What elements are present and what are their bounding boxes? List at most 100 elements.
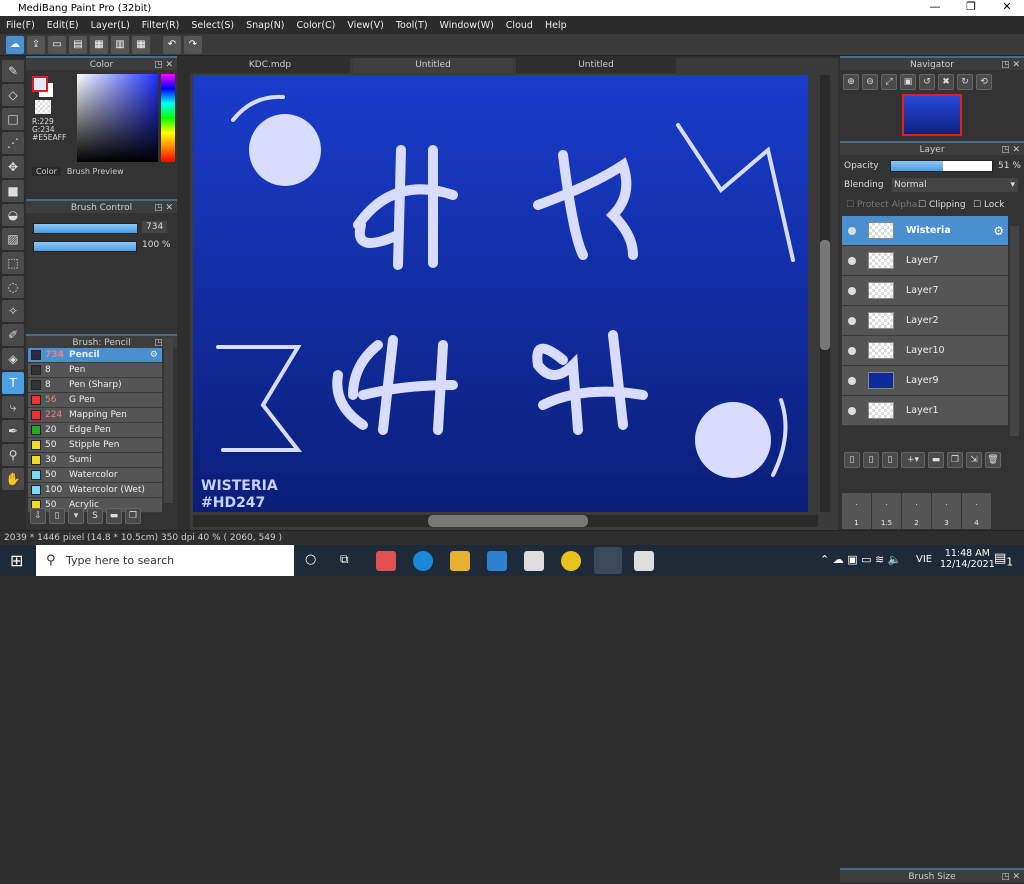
brush-item[interactable]: 100 Watercolor (Wet) — [28, 483, 162, 498]
brush-size-preset[interactable]: · 1 — [842, 493, 871, 529]
size-value[interactable]: 734 — [142, 221, 168, 233]
brush-item[interactable]: 20 Edge Pen — [28, 423, 162, 438]
canvas[interactable]: WISTERIA #HD247 — [193, 75, 808, 512]
fit-icon[interactable]: ⤢ — [881, 74, 897, 90]
visibility-icon[interactable] — [848, 316, 856, 325]
store-icon[interactable] — [487, 551, 507, 571]
dot-tool-icon[interactable]: ⋰ — [2, 132, 24, 154]
color-picker-square[interactable] — [77, 74, 158, 162]
add-layer-dropdown-icon[interactable]: +▾ — [901, 452, 925, 468]
mail-icon[interactable] — [524, 551, 544, 571]
reset-icon[interactable]: ⟲ — [976, 74, 992, 90]
file-explorer-icon[interactable] — [450, 551, 470, 571]
operation-tool-icon[interactable]: ⤷ — [2, 396, 24, 418]
document-tab[interactable]: KDC.mdp — [190, 58, 350, 73]
eyedropper-icon[interactable]: ⚲ — [2, 444, 24, 466]
menu-filter[interactable]: Filter(R) — [136, 20, 186, 31]
new-layer-icon[interactable]: ▯ — [844, 452, 860, 468]
bucket-tool-icon[interactable]: ◒ — [2, 204, 24, 226]
medibang-taskbar-icon[interactable] — [594, 547, 622, 574]
menu-edit[interactable]: Edit(E) — [41, 20, 85, 31]
brush-size-preset[interactable]: · 2 — [902, 493, 931, 529]
layer-list-scrollbar[interactable] — [1010, 226, 1019, 436]
brush-size-preset[interactable]: · 3 — [932, 493, 961, 529]
blur-tool-icon[interactable]: ✒ — [2, 420, 24, 442]
redo-icon[interactable]: ↷ — [184, 35, 202, 54]
brush-list-scrollbar[interactable] — [164, 338, 173, 503]
hue-slider[interactable] — [161, 74, 175, 162]
menu-view[interactable]: View(V) — [341, 20, 389, 31]
maximize-button[interactable]: ❐ — [956, 0, 986, 13]
menu-snap[interactable]: Snap(N) — [240, 20, 290, 31]
cloud-icon[interactable]: ☁ — [6, 35, 24, 54]
brush-item[interactable]: 224 Mapping Pen — [28, 408, 162, 423]
brush-tool-icon[interactable]: ✎ — [2, 60, 24, 82]
rotate-left-icon[interactable]: ↺ — [919, 74, 935, 90]
menu-select[interactable]: Select(S) — [185, 20, 240, 31]
gradient-tool-icon[interactable]: ▨ — [2, 228, 24, 250]
layer-item[interactable]: Layer10 — [842, 336, 1008, 366]
taskbar-search[interactable]: ⚲ Type here to search — [36, 545, 294, 576]
tile-icon[interactable]: ▦ — [132, 35, 150, 54]
color-tab[interactable]: Color — [32, 167, 61, 176]
opacity-slider[interactable] — [33, 241, 137, 252]
magic-wand-icon[interactable]: ✧ — [2, 300, 24, 322]
rotate-right-icon[interactable]: ↻ — [957, 74, 973, 90]
zoom-in-icon[interactable]: ⊕ — [843, 74, 859, 90]
vertical-scrollbar[interactable] — [820, 75, 830, 512]
brush-item[interactable]: 30 Sumi — [28, 453, 162, 468]
clock[interactable]: 11:48 AM 12/14/2021 — [940, 548, 995, 570]
menu-file[interactable]: File(F) — [0, 20, 41, 31]
notification-icon[interactable]: ▤1 — [994, 551, 1013, 569]
page-icon[interactable]: ▦ — [90, 35, 108, 54]
share-icon[interactable]: ⇪ — [27, 35, 45, 54]
layer-item[interactable]: Layer2 — [842, 306, 1008, 336]
close-icon[interactable]: ◳ ✕ — [1001, 58, 1020, 72]
visibility-icon[interactable] — [848, 406, 856, 415]
navigator-thumbnail[interactable] — [902, 94, 962, 136]
delete-layer-icon[interactable]: 🗑 — [985, 452, 1001, 468]
lasso-tool-icon[interactable]: ◌ — [2, 276, 24, 298]
undo-icon[interactable]: ↶ — [163, 35, 181, 54]
size-slider[interactable] — [33, 223, 138, 234]
chrome-icon[interactable] — [561, 551, 581, 571]
actual-size-icon[interactable]: ▣ — [900, 74, 916, 90]
language-indicator[interactable]: VIE — [916, 554, 932, 565]
photos-icon[interactable] — [634, 551, 654, 571]
close-button[interactable]: ✕ — [992, 0, 1022, 13]
folder-icon[interactable]: ▬ — [106, 508, 122, 524]
new-layer2-icon[interactable]: ▯ — [863, 452, 879, 468]
add-brush-icon[interactable]: ▾ — [68, 508, 84, 524]
clipping-checkbox[interactable]: ☐ Clipping — [918, 200, 966, 210]
grid-icon[interactable]: ▥ — [111, 35, 129, 54]
select-tool-icon[interactable]: ⬚ — [2, 252, 24, 274]
new-brush-icon[interactable]: ▯ — [49, 508, 65, 524]
menu-color[interactable]: Color(C) — [291, 20, 342, 31]
merge-layer-icon[interactable]: ⇲ — [966, 452, 982, 468]
lock-checkbox[interactable]: ☐ Lock — [973, 200, 1004, 210]
menu-window[interactable]: Window(W) — [434, 20, 500, 31]
minimize-button[interactable]: — — [920, 0, 950, 13]
brush-preview-tab[interactable]: Brush Preview — [67, 167, 124, 176]
blending-select[interactable]: Normal ▾ — [892, 178, 1018, 192]
gear-icon[interactable]: ⚙ — [993, 224, 1004, 238]
select-eraser-icon[interactable]: ◈ — [2, 348, 24, 370]
brush-item[interactable]: 8 Pen — [28, 363, 162, 378]
visibility-icon[interactable] — [848, 346, 856, 355]
task-view-icon[interactable]: ⧉ — [340, 552, 349, 567]
cortana-icon[interactable]: ○ — [305, 552, 316, 567]
cloud-download-icon[interactable]: ⇩ — [30, 508, 46, 524]
duplicate-icon[interactable]: ❐ — [125, 508, 141, 524]
fill-rect-tool-icon[interactable]: ■ — [2, 180, 24, 202]
app-icon-1[interactable] — [376, 551, 396, 571]
menu-layer[interactable]: Layer(L) — [85, 20, 136, 31]
script-icon[interactable]: S — [87, 508, 103, 524]
zoom-out-icon[interactable]: ⊖ — [862, 74, 878, 90]
gear-icon[interactable]: ⚙ — [150, 350, 158, 360]
transparent-swatch[interactable] — [35, 100, 51, 114]
rect-tool-icon[interactable]: □ — [2, 108, 24, 130]
brush-size-preset[interactable]: · 4 — [962, 493, 991, 529]
comment-icon[interactable]: ▭ — [48, 35, 66, 54]
brush-item[interactable]: 734 Pencil ⚙ — [28, 348, 162, 363]
duplicate-layer-icon[interactable]: ❐ — [947, 452, 963, 468]
